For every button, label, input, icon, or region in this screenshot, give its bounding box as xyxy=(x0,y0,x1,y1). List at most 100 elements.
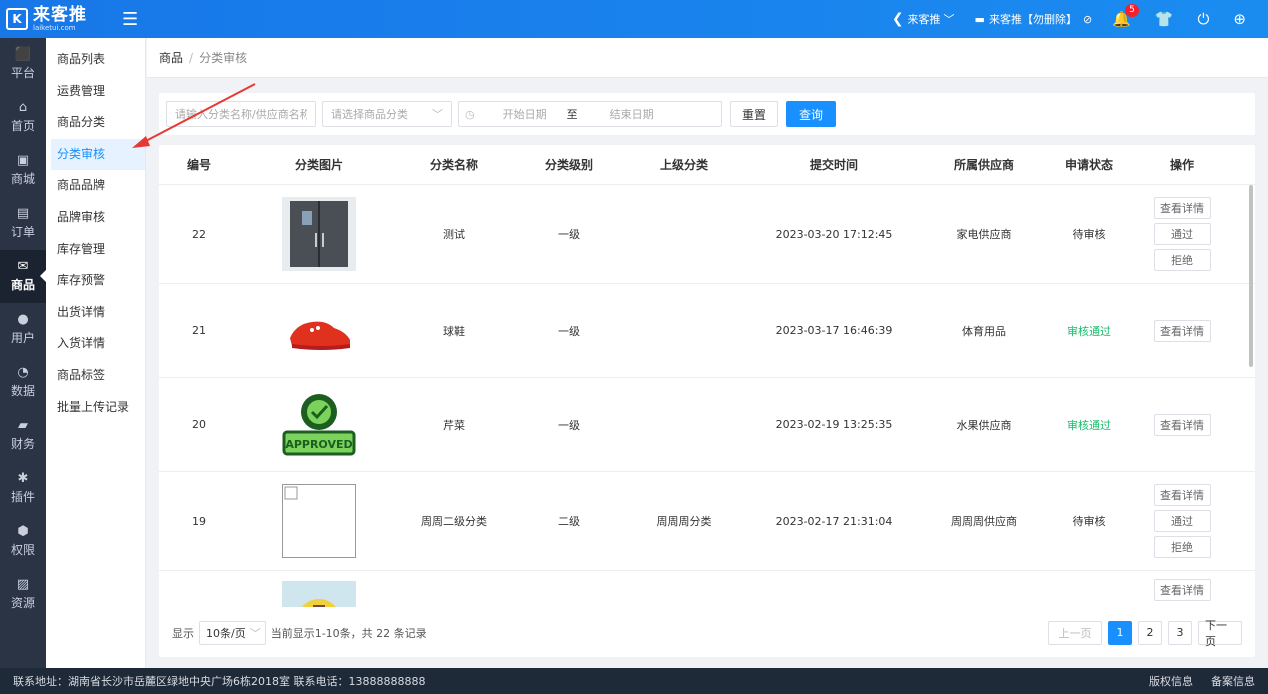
detail-button[interactable]: 查看详情 xyxy=(1153,413,1211,436)
nav-item-7[interactable]: ▰ 财务 xyxy=(0,409,46,462)
nav-item-2[interactable]: ▣ 商城 xyxy=(0,144,46,197)
column-header: 所属供应商 xyxy=(953,158,1014,172)
start-date-input[interactable]: 开始日期 xyxy=(495,106,555,122)
power-icon[interactable]: ⏻ xyxy=(1198,10,1210,28)
date-range-separator: 至 xyxy=(566,108,578,121)
next-page-button[interactable]: 下一页 xyxy=(1198,619,1242,648)
chevron-down-icon: ﹀ xyxy=(943,13,955,26)
category-select[interactable]: 请选择商品分类 ﹀ xyxy=(322,101,452,127)
cell-name: 测试 xyxy=(443,228,465,241)
nav-icon: ▣ xyxy=(16,153,30,168)
cell-name: 球鞋 xyxy=(443,324,465,338)
nav-item-6[interactable]: ◔ 数据 xyxy=(0,356,46,409)
nav-item-5[interactable]: ● 用户 xyxy=(0,303,46,356)
reject-button[interactable]: 拒绝 xyxy=(1153,536,1211,558)
row-actions: 查看详情 xyxy=(1139,412,1225,438)
detail-button[interactable]: 查看详情 xyxy=(1153,197,1211,219)
category-image xyxy=(239,484,399,558)
detail-button[interactable]: 查看详情 xyxy=(1153,484,1211,506)
nav-label: 权限 xyxy=(10,543,35,557)
table-row: 22 测试 一级 2023-03-20 17:12:45 家电供应商 待审核 查看详情 通过拒… xyxy=(159,185,1255,284)
end-date-input[interactable]: 结束日期 xyxy=(602,106,662,122)
page-2-button[interactable]: 2 xyxy=(1138,620,1162,645)
submenu-item-7[interactable]: 库存预警 xyxy=(46,265,145,297)
cell-name: 芹菜 xyxy=(443,418,465,432)
table-row: 19 周周二级分类 二级 周周周分类 2023-02-17 21:31:04 周周周供应商… xyxy=(159,472,1255,571)
detail-button[interactable]: 查看详情 xyxy=(1153,319,1211,342)
pass-button[interactable]: 通过 xyxy=(1153,510,1211,532)
keyword-search-input[interactable]: 请输入分类名称/供应商名称 xyxy=(166,101,316,127)
page-3-button[interactable]: 3 xyxy=(1168,620,1192,645)
cell-status: 待审核 xyxy=(1072,228,1106,241)
submenu-item-3[interactable]: 分类审核 xyxy=(51,138,145,171)
cell-level: 一级 xyxy=(558,228,580,241)
cell-status: 待审核 xyxy=(1072,515,1106,528)
reset-button[interactable]: 重置 xyxy=(730,101,778,127)
breadcrumb: 商品 / 分类审核 xyxy=(147,38,1268,78)
pass-button[interactable]: 通过 xyxy=(1153,223,1211,245)
svg-text:APPROVED: APPROVED xyxy=(285,438,352,451)
page-size-select[interactable]: 10条/页 ﹀ xyxy=(199,620,266,645)
detail-button[interactable]: 查看详情 xyxy=(1153,579,1211,601)
reject-button[interactable]: 拒绝 xyxy=(1153,249,1211,271)
thumbnail xyxy=(282,484,356,558)
submenu-item-11[interactable]: 批量上传记录 xyxy=(46,392,145,424)
nav-item-8[interactable]: ✱ 插件 xyxy=(0,462,46,515)
logo-icon: K xyxy=(6,8,28,30)
nav-item-9[interactable]: ⬢ 权限 xyxy=(0,515,46,568)
store-logo-icon: ❮ xyxy=(891,11,904,27)
date-range-picker[interactable]: ◷ 开始日期 至 结束日期 xyxy=(458,101,722,127)
submenu-item-10[interactable]: 商品标签 xyxy=(46,360,145,392)
submenu-item-5[interactable]: 品牌审核 xyxy=(46,202,145,234)
query-button[interactable]: 查询 xyxy=(786,101,836,127)
cell-supplier: 周周周供应商 xyxy=(951,515,1017,528)
logo[interactable]: K 来客推 laiketui.com xyxy=(0,6,120,32)
page-1-button[interactable]: 1 xyxy=(1108,620,1132,645)
nav-item-4[interactable]: ✉ 商品 xyxy=(0,250,46,303)
column-header: 提交时间 xyxy=(809,158,858,172)
submenu-item-2[interactable]: 商品分类 xyxy=(46,107,145,139)
submenu-item-9[interactable]: 入货详情 xyxy=(46,328,145,360)
submenu-item-6[interactable]: 库存管理 xyxy=(46,234,145,266)
nav-icon: ✱ xyxy=(17,471,29,486)
filter-bar: 请输入分类名称/供应商名称 请选择商品分类 ﹀ ◷ 开始日期 至 结束日期 重置… xyxy=(159,93,1255,135)
category-image: APPROVED xyxy=(239,387,399,462)
submenu-item-8[interactable]: 出货详情 xyxy=(46,297,145,329)
cell-parent: 周周周分类 xyxy=(656,515,712,528)
nav-icon: ▨ xyxy=(16,577,30,592)
breadcrumb-root[interactable]: 商品 xyxy=(159,49,183,66)
copyright-link[interactable]: 版权信息 xyxy=(1149,673,1193,689)
nav-item-3[interactable]: ▤ 订单 xyxy=(0,197,46,250)
skin-icon[interactable]: 👕 xyxy=(1155,10,1174,28)
category-image xyxy=(239,293,399,368)
row-actions: 查看详情 xyxy=(1139,318,1225,344)
nav-icon: ● xyxy=(17,312,29,327)
globe-icon[interactable]: ⊕ xyxy=(1233,10,1246,28)
notification-bell-icon[interactable]: 🔔 5 xyxy=(1112,4,1139,28)
store-switcher[interactable]: ❮ 来客推 ﹀ xyxy=(892,11,955,27)
menu-toggle-icon[interactable]: ☰ xyxy=(122,9,138,30)
category-image xyxy=(239,197,399,271)
thumbnail xyxy=(282,581,356,607)
nav-item-0[interactable]: ⬛ 平台 xyxy=(0,38,46,91)
notification-badge: 5 xyxy=(1125,4,1139,17)
shop-label: 来客推【勿删除】 xyxy=(988,13,1077,26)
record-link[interactable]: 备案信息 xyxy=(1211,673,1255,689)
prev-page-button[interactable]: 上一页 xyxy=(1048,620,1102,645)
submenu-item-0[interactable]: 商品列表 xyxy=(46,44,145,76)
nav-label: 财务 xyxy=(10,437,35,451)
row-actions: 查看详情 通过 拒绝 xyxy=(1139,195,1225,273)
shop-switcher[interactable]: ▬ 来客推【勿删除】 ⊘ xyxy=(975,11,1093,27)
thumbnail xyxy=(282,197,356,271)
nav-item-10[interactable]: ▨ 资源 xyxy=(0,568,46,621)
nav-label: 资源 xyxy=(10,596,35,610)
table-scrollbar[interactable] xyxy=(1249,185,1253,367)
cell-id: 22 xyxy=(192,227,206,241)
breadcrumb-current: 分类审核 xyxy=(199,51,248,65)
nav-item-1[interactable]: ⌂ 首页 xyxy=(0,91,46,144)
cell-id: 19 xyxy=(192,514,206,528)
submenu-item-4[interactable]: 商品品牌 xyxy=(46,170,145,202)
column-header: 分类名称 xyxy=(429,158,478,172)
submenu-item-1[interactable]: 运费管理 xyxy=(46,76,145,108)
category-image xyxy=(239,571,399,607)
